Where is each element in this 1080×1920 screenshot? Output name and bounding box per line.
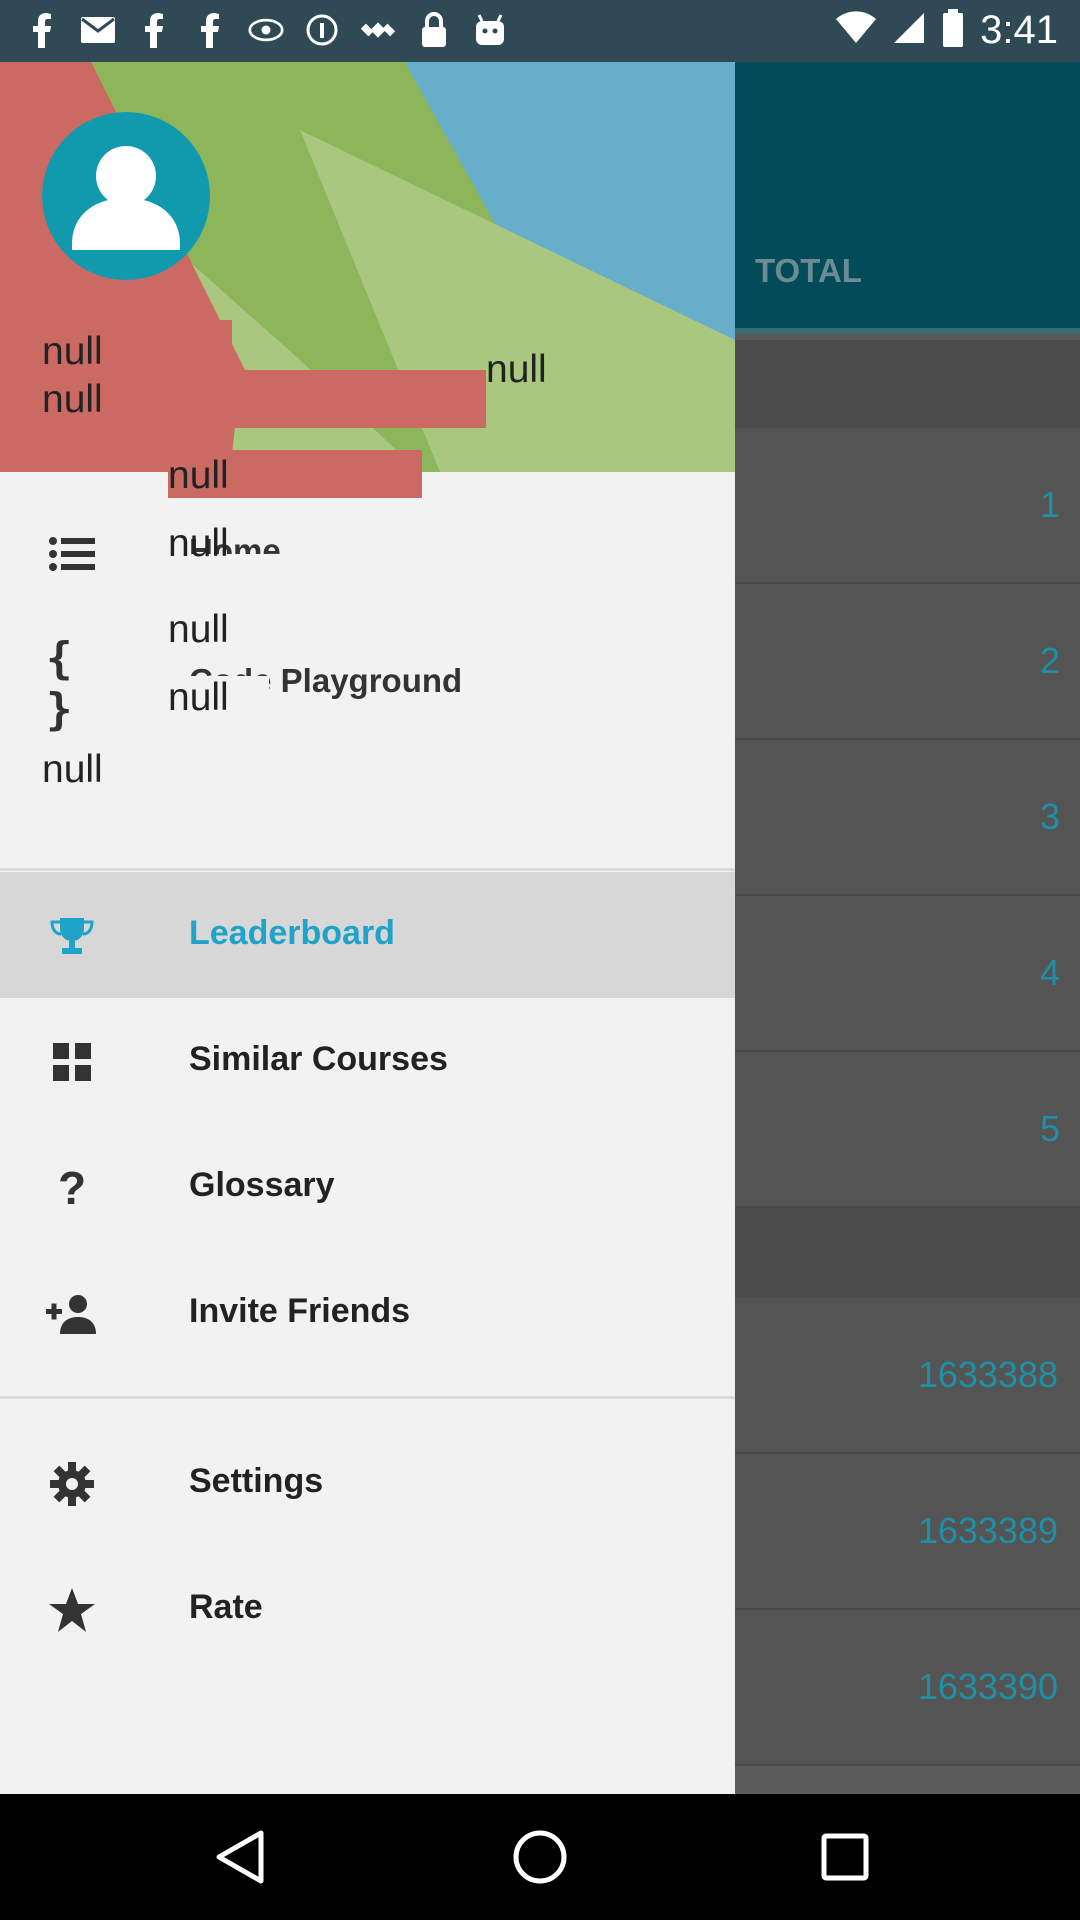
facebook-icon xyxy=(136,10,172,50)
null-text: null xyxy=(168,608,229,651)
menu-item-leaderboard[interactable]: Leaderboard xyxy=(0,872,735,998)
facebook-icon xyxy=(192,10,228,50)
grid-icon xyxy=(46,1038,98,1086)
user-id-value: 1633390 xyxy=(917,1666,1058,1707)
signal-icon xyxy=(892,11,926,50)
rank-value: 3 xyxy=(1039,796,1060,837)
trophy-icon xyxy=(46,912,98,960)
menu-label: Glossary xyxy=(189,1166,335,1204)
menu-item-rate[interactable]: Rate xyxy=(0,1546,735,1672)
list-icon xyxy=(46,530,98,578)
header-highlight xyxy=(230,370,486,428)
rank-value: 4 xyxy=(1039,952,1060,993)
wifi-icon xyxy=(836,11,877,50)
code-braces-icon: { } xyxy=(46,633,73,735)
menu-item-home[interactable]: Home xyxy=(0,490,735,616)
header-highlight xyxy=(200,320,232,360)
home-circle-icon xyxy=(513,1830,567,1884)
menu-label: Invite Friends xyxy=(189,1292,411,1330)
user-email: null xyxy=(42,378,103,421)
null-text: null xyxy=(168,522,229,565)
clock: 3:41 xyxy=(980,8,1058,52)
back-button[interactable] xyxy=(210,1827,270,1887)
facebook-icon xyxy=(24,10,60,50)
menu-item-settings[interactable]: Settings xyxy=(0,1420,735,1546)
question-icon: ? xyxy=(57,1162,87,1214)
user-id-value: 1633389 xyxy=(917,1510,1058,1551)
menu-label: Settings xyxy=(189,1462,324,1500)
null-text: null xyxy=(168,676,269,720)
avatar[interactable] xyxy=(42,112,210,280)
null-text: null xyxy=(42,748,103,791)
header-extra-text: null xyxy=(486,348,547,391)
mail-icon xyxy=(80,10,116,50)
menu-item-code-playground[interactable]: { } Code Playground xyxy=(0,620,735,746)
person-add-icon xyxy=(46,1290,98,1338)
battery-icon xyxy=(942,9,964,52)
menu-item-similar-courses[interactable]: Similar Courses xyxy=(0,998,735,1124)
navigation-drawer: null null null null Home null null { } C… xyxy=(0,0,735,1794)
divider xyxy=(0,1396,735,1399)
tab-total[interactable]: TOTAL xyxy=(755,252,862,290)
android-icon xyxy=(472,10,508,50)
user-name: null xyxy=(42,330,103,373)
gear-icon xyxy=(46,1460,98,1508)
rank-value: 5 xyxy=(1039,1108,1060,1149)
user-id-value: 1633388 xyxy=(917,1354,1058,1395)
satellite-icon xyxy=(360,10,396,50)
info-icon xyxy=(304,10,340,50)
star-icon xyxy=(46,1586,98,1634)
back-triangle-icon xyxy=(216,1830,264,1884)
null-text: null xyxy=(168,454,229,497)
rank-value: 1 xyxy=(1039,484,1060,525)
system-navigation-bar xyxy=(0,1794,1080,1920)
status-bar: 3:41 xyxy=(0,0,1080,62)
home-button[interactable] xyxy=(510,1827,570,1887)
lock-icon xyxy=(416,10,452,50)
recents-button[interactable] xyxy=(815,1827,875,1887)
menu-label: Rate xyxy=(189,1588,263,1626)
recents-square-icon xyxy=(821,1833,869,1881)
eye-icon xyxy=(248,10,284,50)
menu-item-glossary[interactable]: ? Glossary xyxy=(0,1124,735,1250)
menu-label: Leaderboard xyxy=(189,914,395,952)
person-icon xyxy=(72,146,180,250)
menu-label: Similar Courses xyxy=(189,1040,448,1078)
menu-item-invite-friends[interactable]: Invite Friends xyxy=(0,1250,735,1376)
rank-value: 2 xyxy=(1039,640,1060,681)
divider xyxy=(0,868,735,871)
drawer-header: null null null xyxy=(0,0,735,472)
